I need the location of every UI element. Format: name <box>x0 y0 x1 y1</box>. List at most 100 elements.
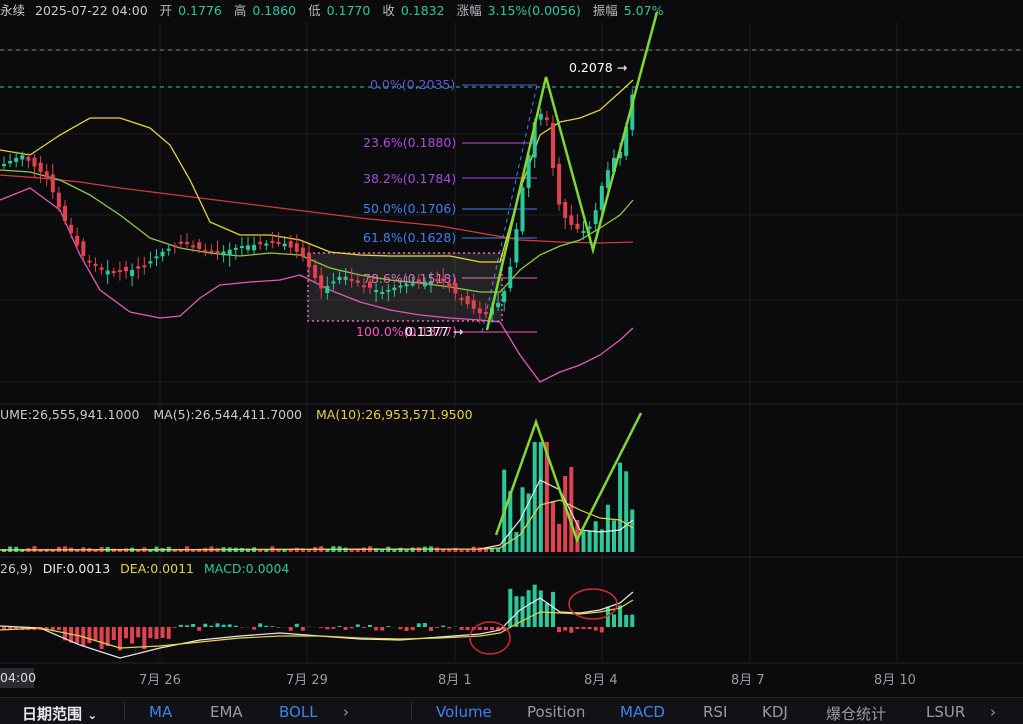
candle-body <box>167 249 171 251</box>
candle-body <box>130 270 134 276</box>
date-range-button[interactable]: 日期范围 ⌄ <box>22 703 97 724</box>
candle-body <box>45 171 49 177</box>
candle-body <box>39 163 43 172</box>
candle-body <box>514 229 518 262</box>
candle-body <box>563 202 567 218</box>
candle-body <box>155 256 159 258</box>
indicator-rsi-button[interactable]: RSI <box>703 703 727 721</box>
macd-bar <box>94 627 98 640</box>
macd-dea-line <box>0 600 633 648</box>
indicator-liquidation-button[interactable]: 爆仓统计 <box>826 703 886 724</box>
candle-body <box>374 290 378 292</box>
candle-body <box>338 277 342 280</box>
volume-bar <box>557 524 561 552</box>
macd-bar <box>112 627 116 640</box>
candle-body <box>264 244 268 246</box>
candle-body <box>136 266 140 269</box>
macd-bar <box>356 624 360 627</box>
price-chart-canvas[interactable] <box>0 0 1023 697</box>
volume-bar <box>563 476 567 552</box>
candle-body <box>118 270 122 272</box>
indicator-toolbar: 日期范围 ⌄ MA EMA BOLL › Volume Position MAC… <box>0 697 1023 724</box>
macd-bar <box>588 627 592 629</box>
candle-body <box>142 265 146 267</box>
macd-bar <box>118 627 122 650</box>
candle-body <box>575 224 579 229</box>
volume-bar <box>539 442 543 552</box>
indicator-lsur-button[interactable]: LSUR <box>926 703 965 721</box>
candle-body <box>203 250 207 252</box>
fib-label-500: 50.0%(0.1706) <box>363 201 456 216</box>
macd-bar <box>447 627 451 628</box>
fib-label-0: 0.0%(0.2035) <box>370 77 455 92</box>
macd-bar <box>167 627 171 639</box>
macd-bar <box>179 625 183 627</box>
xtick-jul26: 7月 26 <box>139 669 181 688</box>
toolbar-divider <box>411 702 412 720</box>
candle-body <box>161 252 165 257</box>
price-high-tag: 0.2078 → <box>569 60 627 75</box>
candle-body <box>313 265 317 278</box>
candle-body <box>594 210 598 224</box>
macd-bar <box>161 627 165 638</box>
macd-bar <box>100 627 104 649</box>
candle-body <box>484 312 488 314</box>
candle-body <box>557 164 561 205</box>
macd-bar <box>539 590 543 627</box>
volume-ma5-line <box>0 480 633 550</box>
macd-bar <box>429 627 433 631</box>
candle-body <box>289 241 293 247</box>
candle-body <box>148 261 152 263</box>
macd-cross-circle-2[interactable] <box>569 589 617 619</box>
indicator-volume-button[interactable]: Volume <box>436 703 492 721</box>
macd-bar <box>466 627 470 630</box>
candle-body <box>319 275 323 288</box>
macd-bar <box>386 626 390 627</box>
candle-body <box>81 241 85 256</box>
candle-body <box>87 261 91 263</box>
macd-cross-circle-1[interactable] <box>470 622 510 654</box>
xtick-aug7: 8月 7 <box>731 669 765 688</box>
macd-bar <box>380 627 384 631</box>
candle-body <box>185 242 189 244</box>
scroll-right-icon[interactable]: › <box>343 703 349 721</box>
macd-bar <box>142 627 146 649</box>
candle-body <box>234 248 238 250</box>
xtick-aug10: 8月 10 <box>874 669 916 688</box>
candle-body <box>344 277 348 280</box>
candle-body <box>331 281 335 283</box>
macd-bar <box>197 627 201 631</box>
candle-body <box>8 161 12 163</box>
macd-bar <box>411 627 415 630</box>
indicator-position-button[interactable]: Position <box>527 703 585 721</box>
candle-body <box>551 123 555 168</box>
price-low-tag: 0.1377 → <box>405 324 463 339</box>
scroll-right-icon[interactable]: › <box>990 703 996 721</box>
indicator-boll-button[interactable]: BOLL <box>279 703 318 721</box>
volume-histogram[interactable] <box>2 442 634 552</box>
macd-bar <box>325 627 329 629</box>
macd-bar <box>51 627 55 630</box>
candle-body <box>569 215 573 224</box>
volume-bar <box>521 487 525 552</box>
indicator-macd-button[interactable]: MACD <box>620 703 665 721</box>
macd-bar <box>545 603 549 627</box>
indicator-ema-button[interactable]: EMA <box>210 703 243 721</box>
macd-bar <box>331 627 335 629</box>
consolidation-box-drawing[interactable] <box>308 253 502 321</box>
macd-bar <box>521 596 525 627</box>
volume-bar <box>600 529 604 552</box>
candle-body <box>14 158 18 162</box>
macd-bar <box>557 627 561 632</box>
indicator-kdj-button[interactable]: KDJ <box>762 703 788 721</box>
candle-body <box>466 296 470 304</box>
macd-bar <box>478 627 482 630</box>
macd-bar <box>551 592 555 627</box>
macd-bar <box>423 623 427 627</box>
candle-body <box>508 267 512 288</box>
volume-bar <box>594 521 598 552</box>
macd-bar <box>624 615 628 627</box>
indicator-ma-button[interactable]: MA <box>149 703 172 721</box>
volume-bar <box>441 549 445 552</box>
candle-body <box>197 242 201 249</box>
